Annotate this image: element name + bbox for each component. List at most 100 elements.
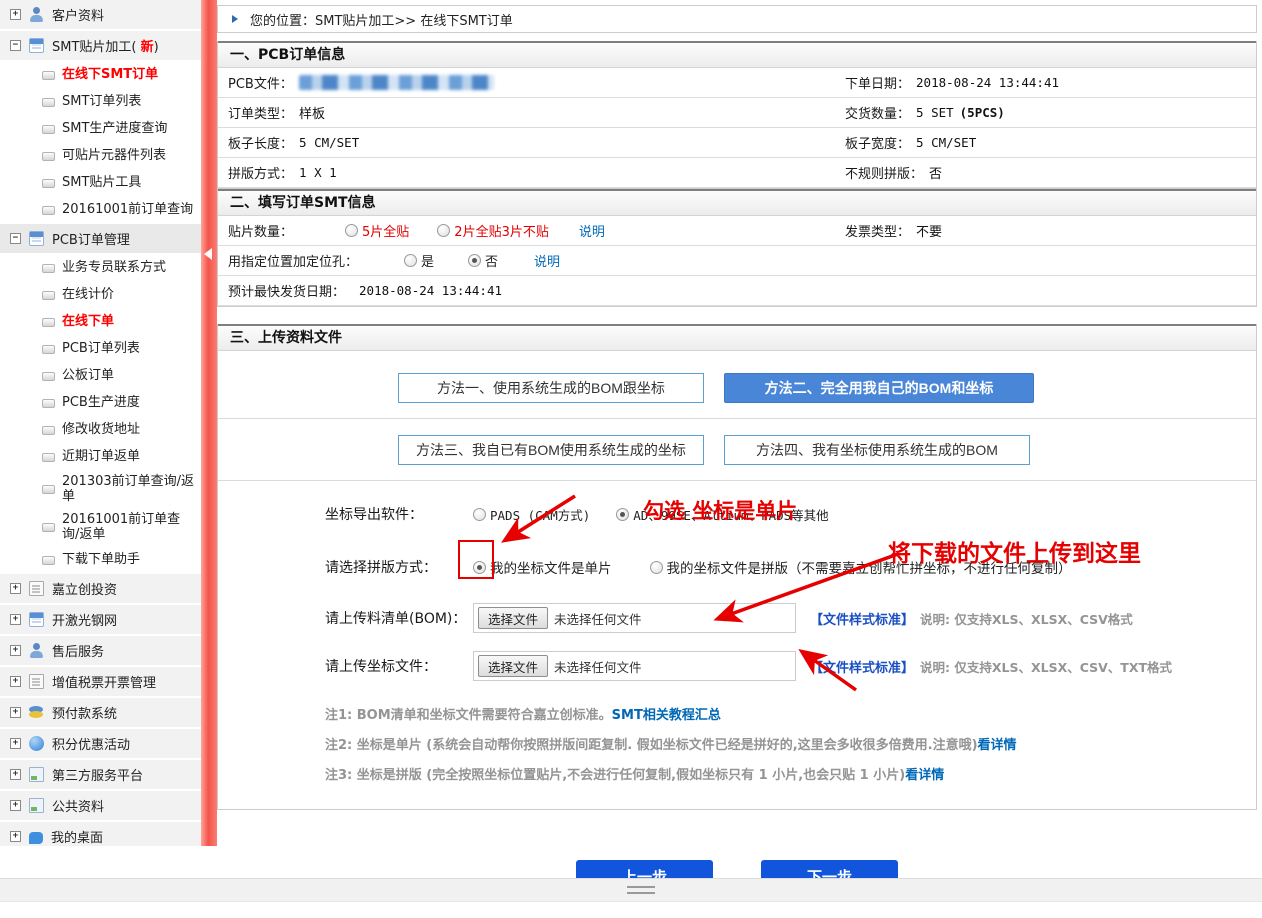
radio-coords-panelized[interactable]: [650, 561, 663, 574]
sidebar-group-customer-info[interactable]: 客户资料: [0, 0, 201, 31]
sidebar-group-vat-invoice[interactable]: 增值税票开票管理: [0, 667, 201, 698]
bom-choose-file-button[interactable]: 选择文件: [478, 607, 548, 629]
radio-label: PADS (CAM方式): [490, 505, 590, 524]
coord-style-standard-link[interactable]: 【文件样式标准】: [810, 657, 914, 676]
sidebar-item-sales-contact[interactable]: 业务专员联系方式: [0, 255, 201, 282]
sidebar-group-label: 积分优惠活动: [52, 734, 130, 753]
radio-5pcs-all[interactable]: [345, 224, 358, 237]
sidebar-group-laser-stencil[interactable]: 开激光钢网: [0, 605, 201, 636]
sidebar-item-smt-tools[interactable]: SMT贴片工具: [0, 170, 201, 197]
field-label: 坐标导出软件：: [325, 504, 473, 524]
sidebar-item-online-pricing[interactable]: 在线计价: [0, 282, 201, 309]
locating-hole-help-link[interactable]: 说明: [534, 251, 560, 270]
sidebar-item-online-order[interactable]: 在线下单: [0, 309, 201, 336]
method-3-button[interactable]: 方法三、我自已有BOM使用系统生成的坐标: [398, 435, 704, 465]
collapse-arrow-icon[interactable]: [204, 248, 212, 260]
breadcrumb-text: 您的位置：SMT贴片加工>> 在线下SMT订单: [250, 10, 513, 29]
user-icon: [29, 7, 44, 22]
sidebar-item-mountable-components[interactable]: 可贴片元器件列表: [0, 143, 201, 170]
expand-plus-icon[interactable]: [10, 645, 21, 656]
expand-plus-icon[interactable]: [10, 583, 21, 594]
patch-qty-help-link[interactable]: 说明: [579, 221, 605, 240]
sidebar-item-pre-20161001-orders[interactable]: 20161001前订单查询: [0, 197, 201, 224]
expand-plus-icon[interactable]: [10, 676, 21, 687]
sidebar-group-points-promo[interactable]: 积分优惠活动: [0, 729, 201, 760]
bom-file-input[interactable]: 选择文件 未选择任何文件: [473, 603, 796, 633]
sidebar-group-label: 客户资料: [52, 5, 104, 24]
method-1-button[interactable]: 方法一、使用系统生成的BOM跟坐标: [398, 373, 704, 403]
expand-plus-icon[interactable]: [10, 800, 21, 811]
sidebar-item-smt-progress-query[interactable]: SMT生产进度查询: [0, 116, 201, 143]
expand-plus-icon[interactable]: [10, 707, 21, 718]
sidebar-group-smt-processing[interactable]: SMT贴片加工( 新): [0, 31, 201, 62]
sidebar-group-prepayment[interactable]: 预付款系统: [0, 698, 201, 729]
field-label: 板子宽度：: [845, 133, 910, 152]
pcb-file-value-redacted: [299, 75, 494, 90]
field-label: 请选择拼版方式：: [325, 557, 473, 577]
sidebar-item-edit-shipping-address[interactable]: 修改收货地址: [0, 417, 201, 444]
field-value: 2018-08-24 13:44:41: [916, 75, 1059, 90]
sidebar-group-after-sales[interactable]: 售后服务: [0, 636, 201, 667]
sidebar-group-public-resources[interactable]: 公共资料: [0, 791, 201, 822]
sidebar-group-pcb-order-mgmt[interactable]: PCB订单管理: [0, 224, 201, 255]
method-4-button[interactable]: 方法四、我有坐标使用系统生成的BOM: [724, 435, 1030, 465]
expand-plus-icon[interactable]: [10, 738, 21, 749]
note3-details-link[interactable]: 看详情: [905, 768, 944, 783]
radio-label: 5片全贴: [362, 221, 409, 240]
list-item-icon: [42, 206, 55, 215]
sidebar-group-label: 预付款系统: [52, 703, 117, 722]
sidebar-item-pre-201303-orders[interactable]: 201303前订单查询/返单: [0, 471, 201, 509]
field-label: 贴片数量：: [228, 221, 293, 240]
expand-plus-icon[interactable]: [10, 614, 21, 625]
list-item-icon: [42, 345, 55, 354]
balloon-icon: [29, 736, 44, 751]
sidebar-item-smt-order-list[interactable]: SMT订单列表: [0, 89, 201, 116]
list-item-icon: [42, 179, 55, 188]
field-label: 不规则拼版：: [845, 163, 923, 182]
sidebar-group-jlc-investment[interactable]: 嘉立创投资: [0, 574, 201, 605]
section-title: 一、PCB订单信息: [218, 41, 1256, 68]
list-item-icon: [42, 453, 55, 462]
note2-details-link[interactable]: 看详情: [978, 738, 1017, 753]
list-item-icon: [42, 152, 55, 161]
sidebar-item-pcb-order-list[interactable]: PCB订单列表: [0, 336, 201, 363]
expand-plus-icon[interactable]: [10, 831, 21, 842]
expand-plus-icon[interactable]: [10, 9, 21, 20]
sidebar-item-public-board-order[interactable]: 公板订单: [0, 363, 201, 390]
field-label: 请上传料清单(BOM)：: [325, 608, 473, 628]
sidebar-splitter[interactable]: [201, 0, 217, 846]
collapse-minus-icon[interactable]: [10, 233, 21, 244]
coord-choose-file-button[interactable]: 选择文件: [478, 655, 548, 677]
user-icon: [29, 643, 44, 658]
sidebar-group-my-desktop[interactable]: 我的桌面: [0, 822, 201, 846]
radio-label: 我的坐标文件是单片: [490, 557, 612, 577]
sidebar-group-third-party-platform[interactable]: 第三方服务平台: [0, 760, 201, 791]
new-badge: 新: [141, 40, 154, 55]
sidebar-item-pre-20161001-reorder[interactable]: 20161001前订单查询/返单: [0, 509, 201, 547]
sidebar-item-online-smt-order[interactable]: 在线下SMT订单: [0, 62, 201, 89]
sidebar-group-label: 售后服务: [52, 641, 104, 660]
section-title: 二、填写订单SMT信息: [218, 189, 1256, 216]
radio-2pcs-mount-3-not[interactable]: [437, 224, 450, 237]
coord-file-input[interactable]: 选择文件 未选择任何文件: [473, 651, 796, 681]
sidebar: 客户资料 SMT贴片加工( 新) 在线下SMT订单 SMT订单列表 SMT生产进…: [0, 0, 201, 846]
note-2: 注2: 坐标是单片 (系统会自动帮你按照拼版间距复制. 假如坐标文件已经是拼好的…: [325, 731, 1256, 761]
bom-style-standard-link[interactable]: 【文件样式标准】: [810, 609, 914, 628]
bom-format-note: 说明: 仅支持XLS、XLSX、CSV格式: [920, 609, 1133, 628]
sidebar-group-label: 增值税票开票管理: [52, 672, 156, 691]
method-2-button[interactable]: 方法二、完全用我自己的BOM和坐标: [724, 373, 1034, 403]
radio-pads-cam[interactable]: [473, 508, 486, 521]
radio-locating-hole-yes[interactable]: [404, 254, 417, 267]
expand-plus-icon[interactable]: [10, 769, 21, 780]
collapse-minus-icon[interactable]: [10, 40, 21, 51]
smt-tutorials-link[interactable]: SMT相关教程汇总: [612, 708, 721, 723]
sidebar-item-pcb-progress[interactable]: PCB生产进度: [0, 390, 201, 417]
sidebar-item-download-order-helper[interactable]: 下载下单助手: [0, 547, 201, 574]
radio-ad-99se-altium[interactable]: [616, 508, 629, 521]
list-item-icon: [42, 291, 55, 300]
sidebar-item-recent-reorder[interactable]: 近期订单返单: [0, 444, 201, 471]
radio-label: 是: [421, 251, 434, 270]
resize-handle-icon[interactable]: [627, 886, 655, 894]
radio-locating-hole-no[interactable]: [468, 254, 481, 267]
field-value: 5 CM/SET: [299, 135, 359, 150]
